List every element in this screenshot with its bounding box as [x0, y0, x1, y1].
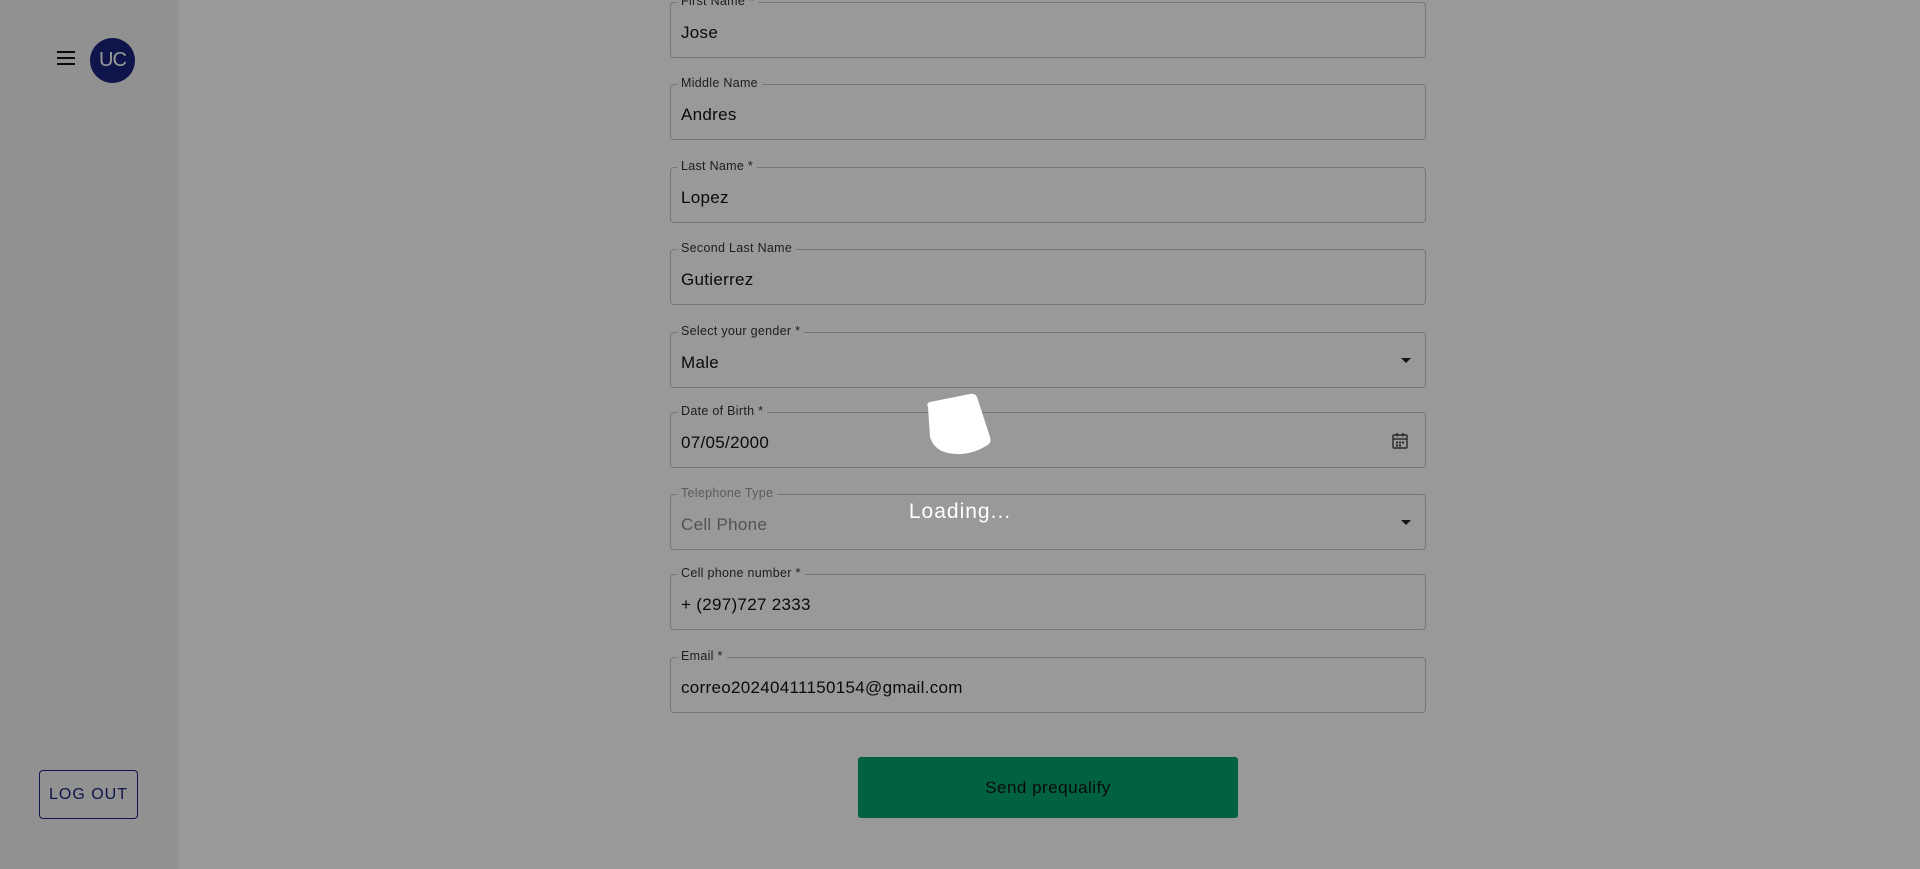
loading-spinner-icon [927, 393, 991, 455]
loading-overlay: Loading... [0, 0, 1920, 869]
loading-text: Loading... [908, 500, 1012, 523]
